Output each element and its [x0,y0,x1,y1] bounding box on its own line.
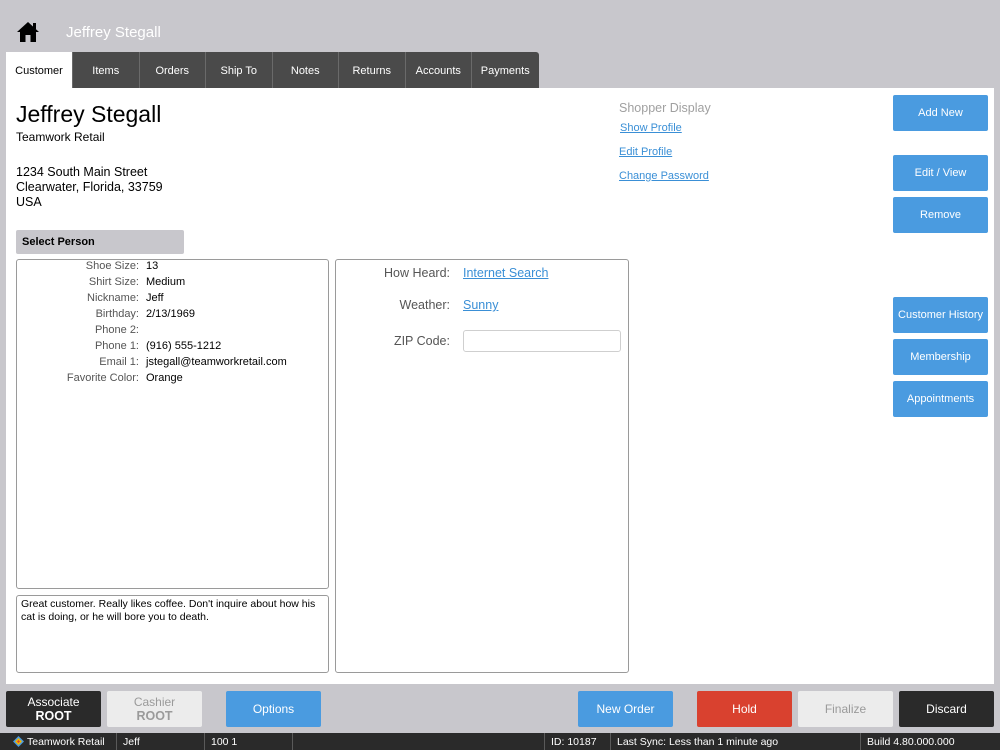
edit-view-button[interactable]: Edit / View [893,155,988,191]
membership-button[interactable]: Membership [893,339,988,375]
how-heard-link[interactable]: Internet Search [463,266,548,280]
add-new-button[interactable]: Add New [893,95,988,131]
address-line-1: 1234 South Main Street [16,165,148,179]
tab-customer[interactable]: Customer [6,52,73,89]
weather-label: Weather: [399,298,451,312]
tab-bar: Customer Items Orders Ship To Notes Retu… [6,52,539,89]
tab-accounts[interactable]: Accounts [405,52,472,89]
detail-row: Email 1: jstegall@teamworkretail.com [17,356,330,372]
zip-label: ZIP Code: [393,334,450,348]
cashier-label: Cashier [133,695,176,709]
appointments-button[interactable]: Appointments [893,381,988,417]
finalize-button[interactable]: Finalize [798,691,893,727]
detail-row: Phone 1: (916) 555-1212 [17,340,330,356]
hold-button[interactable]: Hold [697,691,792,727]
customer-company: Teamwork Retail [16,130,105,144]
tab-payments[interactable]: Payments [472,52,539,89]
status-build: Build 4.80.000.000 [860,733,1000,750]
status-user: Jeff [116,733,204,750]
change-password-link[interactable]: Change Password [619,170,709,182]
tab-orders[interactable]: Orders [139,52,206,89]
address-line-2: Clearwater, Florida, 33759 [16,180,163,194]
show-profile-link[interactable]: Show Profile [620,122,682,134]
detail-row: Nickname: Jeff [17,292,330,308]
detail-value: 13 [146,260,159,272]
detail-row: Birthday: 2/13/1969 [17,308,330,324]
status-id: ID: 10187 [544,733,610,750]
new-order-button[interactable]: New Order [578,691,673,727]
detail-row: Shirt Size: Medium [17,276,330,292]
tab-ship-to[interactable]: Ship To [206,52,273,89]
detail-row: Shoe Size: 13 [17,260,330,276]
status-register: 100 1 [204,733,292,750]
zip-code-input[interactable] [463,330,621,352]
discard-button[interactable]: Discard [899,691,994,727]
tab-items[interactable]: Items [73,52,140,89]
cashier-button[interactable]: Cashier ROOT [107,691,202,727]
detail-value: 2/13/1969 [146,308,195,320]
detail-label: Phone 1: [94,340,139,352]
customer-notes[interactable]: Great customer. Really likes coffee. Don… [16,595,329,673]
home-icon[interactable] [15,20,41,44]
customer-name: Jeffrey Stegall [16,101,162,127]
detail-label: Phone 2: [94,324,139,336]
detail-value: Jeff [146,292,164,304]
detail-value: jstegall@teamworkretail.com [146,356,287,368]
how-heard-label: How Heard: [384,266,450,280]
edit-profile-link[interactable]: Edit Profile [619,146,672,158]
weather-row: Weather: Sunny [336,298,499,312]
detail-label: Favorite Color: [66,372,139,384]
detail-label: Email 1: [99,356,139,368]
remove-button[interactable]: Remove [893,197,988,233]
weather-link[interactable]: Sunny [463,298,498,312]
teamwork-logo-icon [13,736,24,747]
customer-details: Shoe Size: 13 Shirt Size: Medium Nicknam… [16,259,329,589]
detail-value: Medium [146,276,186,288]
status-bar: Teamwork Retail Jeff 100 1 ID: 10187 Las… [0,733,1000,750]
cashier-value: ROOT [136,709,173,723]
status-spacer [292,733,544,750]
detail-value: Orange [146,372,183,384]
extra-info: How Heard: Internet Search Weather: Sunn… [335,259,629,673]
customer-history-button[interactable]: Customer History [893,297,988,333]
shopper-display-label: Shopper Display [619,101,711,115]
select-person-button[interactable]: Select Person [16,230,184,254]
header-title: Jeffrey Stegall [66,24,161,41]
detail-label: Birthday: [95,308,139,320]
detail-row: Favorite Color: Orange [17,372,330,388]
how-heard-row: How Heard: Internet Search [336,266,548,280]
detail-value: (916) 555-1212 [146,340,222,352]
tab-returns[interactable]: Returns [339,52,406,89]
associate-value: ROOT [35,709,72,723]
status-company: Teamwork Retail [8,733,105,750]
detail-label: Nickname: [87,292,139,304]
status-company-label: Teamwork Retail [27,735,105,748]
detail-row: Phone 2: [17,324,330,340]
associate-button[interactable]: Associate ROOT [6,691,101,727]
customer-panel: Jeffrey Stegall Teamwork Retail 1234 Sou… [6,88,994,684]
associate-label: Associate [27,695,80,709]
address-line-3: USA [16,195,42,209]
detail-label: Shirt Size: [88,276,139,288]
detail-label: Shoe Size: [85,260,139,272]
zip-row: ZIP Code: [336,330,621,352]
options-button[interactable]: Options [226,691,321,727]
tab-notes[interactable]: Notes [272,52,339,89]
status-last-sync: Last Sync: Less than 1 minute ago [610,733,860,750]
